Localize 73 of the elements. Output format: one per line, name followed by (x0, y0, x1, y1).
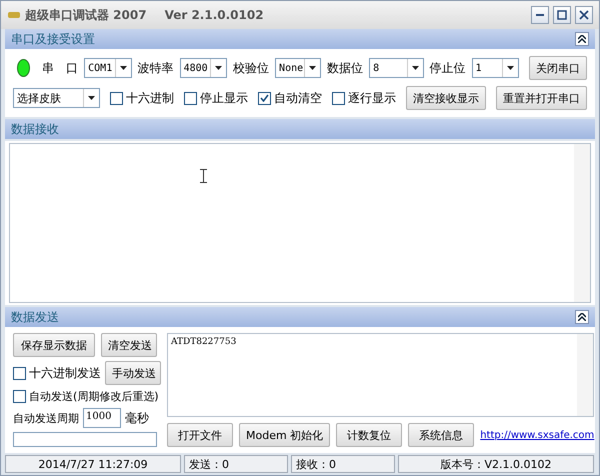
website-link[interactable]: http://www.sxsafe.com (480, 430, 594, 440)
serial-port-icon (7, 11, 21, 19)
dropdown-value: 8 (373, 62, 380, 74)
status-cell: 接收：0 (291, 455, 395, 473)
action-button[interactable]: 打开文件 (167, 423, 233, 447)
checkbox-label: 停止显示 (200, 90, 248, 106)
dropdown[interactable]: None (275, 58, 322, 78)
dropdown-value: 选择皮肤 (17, 90, 61, 106)
status-cell: 版本号：V2.1.0.0102 (398, 455, 594, 473)
status-cell: 发送：0 (184, 455, 288, 473)
period-label: 自动发送周期 (13, 410, 79, 426)
reset-open-button[interactable]: 重置并打开串口 (496, 86, 587, 110)
checkbox[interactable]: 十六进制发送 (13, 364, 101, 382)
checkbox-label: 十六进制 (126, 90, 174, 106)
minimize-button[interactable] (531, 6, 549, 24)
checkbox[interactable]: 自动清空 (258, 90, 322, 106)
dropdown[interactable]: 4800 (180, 58, 228, 78)
check-icon (260, 94, 269, 102)
section-title: 串口及接受设置 (11, 30, 95, 48)
field-label: 停止位 (430, 60, 466, 76)
action-button[interactable]: 系统信息 (408, 423, 474, 447)
dropdown[interactable]: COM1 (84, 58, 132, 78)
section-title: 数据接收 (11, 120, 59, 138)
close-port-button[interactable]: 关闭串口 (528, 56, 587, 80)
collapse-button[interactable] (575, 32, 589, 46)
collapse-button[interactable] (575, 310, 589, 324)
close-button[interactable] (575, 6, 593, 24)
checkbox-label: 逐行显示 (348, 90, 396, 106)
dropdown[interactable]: 8 (369, 58, 424, 78)
clear-receive-button[interactable]: 清空接收显示 (406, 86, 486, 110)
dropdown-arrow-icon (506, 66, 514, 70)
maximize-icon (557, 10, 567, 20)
field-label: 串 口 (42, 60, 78, 76)
dropdown-arrow-icon (88, 96, 95, 100)
section-title: 数据发送 (11, 308, 59, 326)
checkbox[interactable]: 逐行显示 (332, 90, 396, 106)
send-text-area[interactable]: ATDT8227753 (167, 333, 594, 417)
dropdown-value: 4800 (184, 62, 208, 74)
dropdown-arrow-icon (215, 66, 222, 70)
minimize-icon (536, 14, 544, 16)
period-field[interactable]: 1000 (83, 408, 121, 428)
action-button[interactable]: 计数复位 (336, 423, 402, 447)
checkbox-label: 十六进制发送 (29, 364, 101, 382)
skin-dropdown[interactable]: 选择皮肤 (13, 88, 100, 108)
dropdown-value: COM1 (88, 62, 112, 74)
checkbox[interactable]: 停止显示 (184, 90, 248, 106)
dropdown-arrow-icon (120, 66, 127, 70)
dropdown-arrow-icon (309, 66, 316, 70)
scrollbar[interactable] (577, 334, 594, 416)
checkbox-label: 自动清空 (274, 90, 322, 106)
unit-label: 毫秒 (125, 410, 149, 426)
dropdown-value: None (279, 62, 304, 74)
close-icon (579, 10, 589, 20)
dropdown-value: 1 (476, 62, 482, 74)
collapse-icon (578, 35, 586, 43)
version-label: Ver 2.1.0.0102 (164, 8, 264, 22)
field-label: 波特率 (138, 60, 174, 76)
text-cursor-icon (200, 169, 207, 183)
field-label: 校验位 (233, 60, 270, 76)
collapse-icon (578, 313, 586, 321)
checkbox[interactable]: 十六进制 (110, 90, 174, 106)
save-data-button[interactable]: 保存显示数据 (13, 333, 95, 357)
action-button[interactable]: Modem 初始化 (239, 423, 330, 447)
dropdown-arrow-icon (412, 66, 419, 70)
dropdown[interactable]: 1 (472, 58, 519, 78)
maximize-button[interactable] (553, 6, 571, 24)
input-field[interactable] (13, 432, 157, 447)
manual-send-button[interactable]: 手动发送 (105, 361, 161, 385)
status-cell: 2014/7/27 11:27:09 (5, 455, 181, 473)
field-label: 数据位 (327, 60, 364, 76)
clear-send-button[interactable]: 清空发送 (101, 333, 157, 357)
window-title: 超级串口调试器 2007 (25, 6, 147, 24)
scrollbar[interactable] (574, 144, 590, 302)
